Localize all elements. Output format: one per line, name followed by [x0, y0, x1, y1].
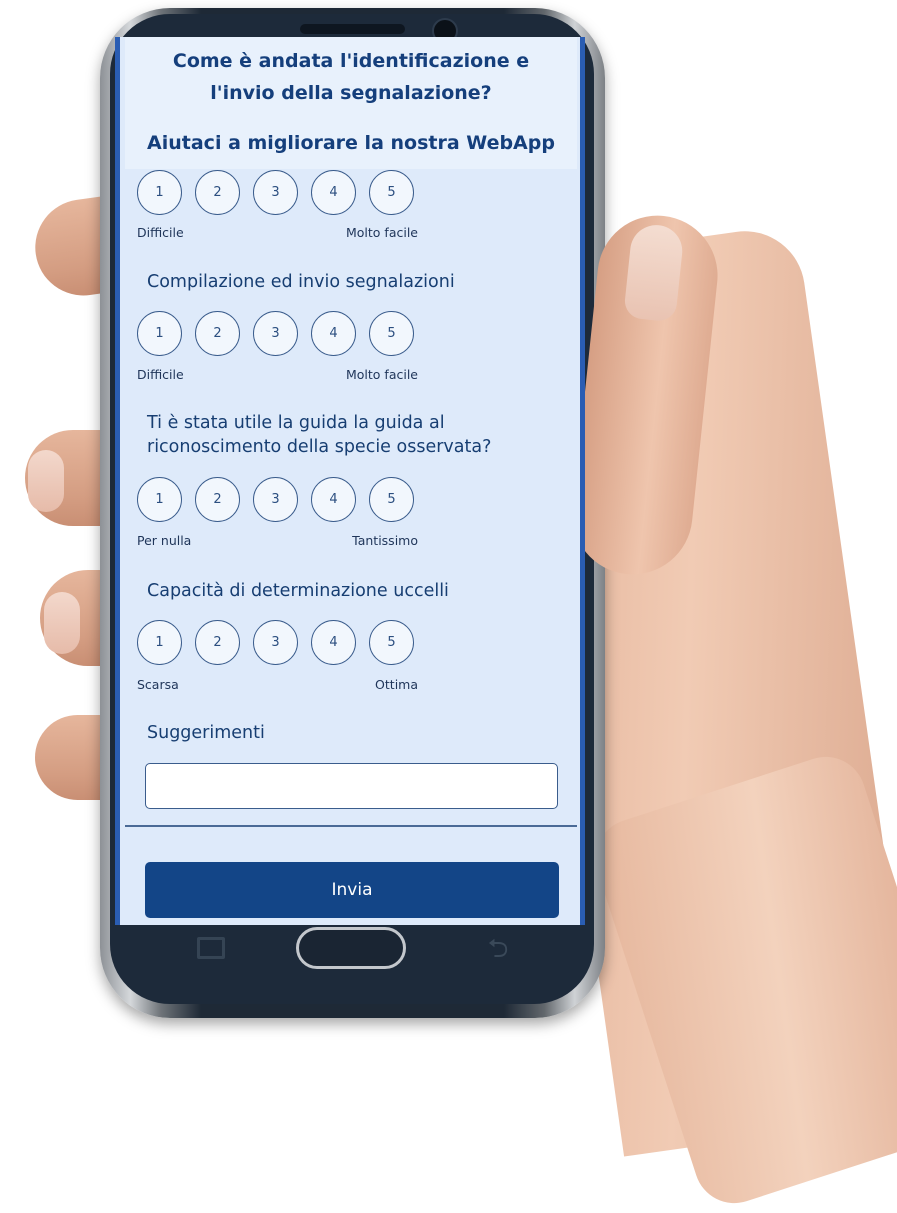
question-title: Ti è stata utile la guida la guida al ri… — [147, 411, 491, 459]
rating-option[interactable]: 5 — [369, 170, 414, 215]
scale-high-label: Molto facile — [346, 367, 418, 382]
form-title: Come è andata l'identificazione e l'invi… — [125, 45, 577, 109]
form-title-line: l'invio della segnalazione? — [210, 82, 492, 104]
app-screen: Come è andata l'identificazione e l'invi… — [115, 37, 585, 925]
rating-option[interactable]: 1 — [137, 620, 182, 665]
scale-low-label: Per nulla — [137, 533, 192, 548]
submit-button[interactable]: Invia — [145, 862, 559, 918]
home-button[interactable] — [296, 927, 406, 969]
scale-low-label: Scarsa — [137, 677, 179, 692]
rating-option[interactable]: 2 — [195, 311, 240, 356]
fingernail — [28, 450, 64, 512]
back-icon[interactable]: ⮌ — [480, 934, 516, 962]
rating-option[interactable]: 4 — [311, 311, 356, 356]
form-subtitle: Aiutaci a migliorare la nostra WebApp — [147, 132, 555, 154]
recent-apps-icon[interactable] — [197, 937, 225, 959]
rating-option[interactable]: 4 — [311, 620, 356, 665]
rating-option[interactable]: 3 — [253, 620, 298, 665]
rating-option[interactable]: 3 — [253, 311, 298, 356]
rating-option[interactable]: 4 — [311, 477, 356, 522]
rating-option[interactable]: 4 — [311, 170, 356, 215]
rating-group-2: 1 2 3 4 5 — [137, 311, 427, 356]
question-title-line: riconoscimento della specie osservata? — [147, 437, 492, 457]
form-header: Come è andata l'identificazione e l'invi… — [125, 37, 577, 169]
rating-group-4: 1 2 3 4 5 — [137, 620, 427, 665]
divider — [125, 825, 577, 827]
rating-option[interactable]: 1 — [137, 170, 182, 215]
question-title: Compilazione ed invio segnalazioni — [147, 272, 455, 292]
rating-option[interactable]: 5 — [369, 620, 414, 665]
rating-option[interactable]: 2 — [195, 170, 240, 215]
question-title-line: Ti è stata utile la guida la guida al — [147, 413, 445, 433]
suggestions-input[interactable] — [145, 763, 558, 809]
fingernail — [44, 592, 80, 654]
rating-option[interactable]: 5 — [369, 477, 414, 522]
form-title-line: Come è andata l'identificazione e — [172, 50, 530, 72]
rating-option[interactable]: 1 — [137, 477, 182, 522]
rating-option[interactable]: 3 — [253, 477, 298, 522]
rating-option[interactable]: 2 — [195, 620, 240, 665]
scale-high-label: Tantissimo — [352, 533, 418, 548]
scale-low-label: Difficile — [137, 225, 184, 240]
rating-option[interactable]: 5 — [369, 311, 414, 356]
scale-low-label: Difficile — [137, 367, 184, 382]
rating-option[interactable]: 1 — [137, 311, 182, 356]
phone-speaker — [300, 24, 405, 34]
rating-group-1: 1 2 3 4 5 — [137, 170, 427, 215]
question-title: Capacità di determinazione uccelli — [147, 581, 449, 601]
rating-option[interactable]: 3 — [253, 170, 298, 215]
rating-option[interactable]: 2 — [195, 477, 240, 522]
scale-high-label: Ottima — [375, 677, 418, 692]
scale-high-label: Molto facile — [346, 225, 418, 240]
rating-group-3: 1 2 3 4 5 — [137, 477, 427, 522]
suggestions-label: Suggerimenti — [147, 723, 265, 743]
